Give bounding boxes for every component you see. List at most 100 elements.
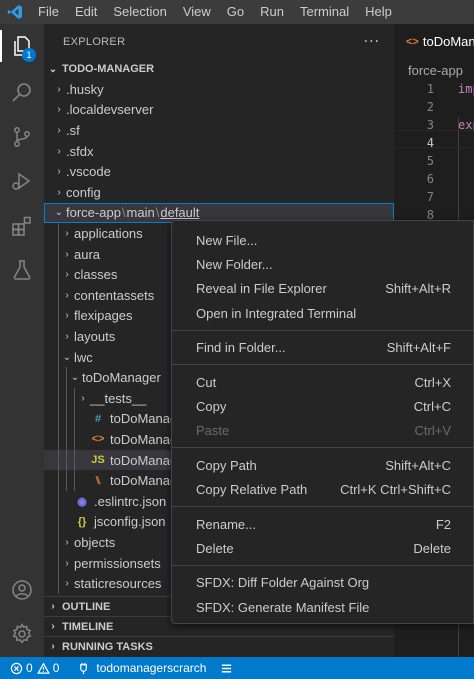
file-type-icon: JS	[91, 454, 105, 467]
menu-item-label: Delete	[196, 540, 234, 556]
menu-status[interactable]	[212, 662, 239, 675]
indent-guide	[66, 470, 67, 491]
menu-item-new-file[interactable]: New File...	[172, 228, 474, 252]
menu-item-sfdx-diff-folder-against-org[interactable]: SFDX: Diff Folder Against Org	[172, 571, 474, 595]
extensions-activity[interactable]	[0, 204, 44, 248]
problems-status[interactable]: 0 0	[0, 661, 65, 675]
indent-guide	[74, 388, 75, 409]
menu-terminal[interactable]: Terminal	[292, 0, 357, 24]
explorer-header: EXPLORER ···	[44, 24, 394, 59]
menu-item-copy[interactable]: Copy Ctrl+C	[172, 394, 474, 418]
org-status[interactable]: todomanagerscrarch	[65, 661, 212, 675]
tree-item-label: jsconfig.json	[94, 514, 166, 530]
tree-item-label: .eslintrc.json	[94, 493, 167, 509]
menu-item-shortcut: Ctrl+K Ctrl+Shift+C	[340, 482, 451, 498]
testing-activity[interactable]	[0, 248, 44, 292]
menu-view[interactable]: View	[175, 0, 219, 24]
menu-run[interactable]: Run	[252, 0, 292, 24]
tree-folder-sf[interactable]: › .sf	[44, 120, 394, 141]
line-number: 5	[426, 154, 434, 168]
section-running-tasks[interactable]: › RUNNING TASKS	[44, 636, 394, 656]
menu-edit[interactable]: Edit	[67, 0, 105, 24]
compact-folder-segment[interactable]: main	[127, 205, 155, 220]
list-icon	[222, 664, 232, 672]
account-activity[interactable]	[0, 568, 44, 612]
tree-item-label: .husky	[66, 81, 104, 97]
tree-folder-config[interactable]: › config	[44, 182, 394, 203]
menu-item-rename[interactable]: Rename... F2	[172, 512, 474, 536]
menu-go[interactable]: Go	[219, 0, 252, 24]
menu-item-label: Copy	[196, 398, 227, 414]
menu-separator	[172, 506, 474, 507]
section-outline-label: OUTLINE	[62, 600, 111, 613]
extensions-icon	[12, 216, 31, 236]
tree-item-label: staticresources	[74, 576, 162, 592]
menu-item-copy-relative-path[interactable]: Copy Relative Path Ctrl+K Ctrl+Shift+C	[172, 478, 474, 502]
menu-item-find-in-folder[interactable]: Find in Folder... Shift+Alt+F	[172, 336, 474, 360]
workspace-header[interactable]: ⌄ TODO-MANAGER	[44, 59, 394, 79]
indent-guide	[66, 449, 67, 471]
menu-separator	[172, 564, 474, 566]
search-activity[interactable]	[0, 71, 44, 115]
menu-selection[interactable]: Selection	[105, 0, 174, 24]
menu-help[interactable]: Help	[357, 0, 400, 24]
menu-item-cut[interactable]: Cut Ctrl+X	[172, 370, 474, 394]
menu-file[interactable]: File	[30, 0, 67, 24]
menu-separator	[172, 447, 474, 449]
menu-item-label: Open in Integrated Terminal	[196, 305, 357, 321]
menu-item-label: Rename...	[196, 516, 256, 532]
breadcrumb-item[interactable]: force-app	[408, 63, 463, 78]
chevron-right-icon: ›	[51, 621, 55, 632]
editor-breadcrumbs: force-app	[394, 59, 474, 81]
source-control-activity[interactable]	[0, 115, 44, 159]
tree-item-label: force-app\main\default	[66, 205, 199, 220]
tree-folder-sfdx[interactable]: › .sfdx	[44, 141, 394, 162]
menu-item-label: Cut	[196, 374, 217, 390]
tree-folder-husky[interactable]: › .husky	[44, 79, 394, 100]
menu-item-new-folder[interactable]: New Folder...	[172, 252, 474, 276]
tree-item-label: flexipages	[74, 308, 133, 324]
editor-tab-label: toDoMana	[422, 34, 474, 49]
menu-item-copy-path[interactable]: Copy Path Shift+Alt+C	[172, 453, 474, 477]
compact-folder-segment[interactable]: default	[160, 205, 199, 220]
menu-item-reveal-in-file-explorer[interactable]: Reveal in File Explorer Shift+Alt+R	[172, 277, 474, 301]
tree-item-label: .sfdx	[66, 143, 94, 159]
menu-item-shortcut: Shift+Alt+C	[385, 457, 451, 473]
more-actions-icon[interactable]: ···	[364, 34, 380, 50]
editor-tab[interactable]: <> toDoMana	[394, 24, 474, 59]
error-count: 0	[26, 661, 33, 675]
code-line: imp	[458, 82, 474, 96]
run-debug-activity[interactable]	[0, 159, 44, 203]
tree-folder-localdevserver[interactable]: › .localdevserver	[44, 100, 394, 121]
line-number: 7	[426, 190, 434, 204]
indent-guide	[58, 491, 59, 512]
indent-guide	[58, 408, 59, 430]
indent-guide	[58, 326, 59, 347]
compact-folder-segment[interactable]: force-app	[66, 205, 121, 220]
menu-item-open-in-integrated-terminal[interactable]: Open in Integrated Terminal	[172, 301, 474, 325]
chevron-right-icon: ›	[65, 310, 69, 322]
chevron-right-icon: ›	[65, 289, 69, 301]
editor-tabs: <> toDoMana	[394, 24, 474, 59]
indent-guide	[74, 470, 75, 491]
tree-folder-vscode[interactable]: › .vscode	[44, 161, 394, 182]
menu-item-delete[interactable]: Delete Delete	[172, 536, 474, 560]
indent-guide	[58, 305, 59, 327]
tree-item-label: lwc	[74, 349, 93, 365]
menu-item-label: New Folder...	[196, 256, 273, 272]
file-type-icon: ◉	[77, 495, 87, 508]
menu-item-label: New File...	[196, 232, 258, 248]
chevron-right-icon: ›	[57, 83, 61, 95]
explorer-activity[interactable]: 1	[0, 24, 44, 68]
tree-item-label: classes	[74, 267, 118, 283]
activity-bar: 1	[0, 24, 44, 657]
tree-item-label: applications	[74, 225, 143, 241]
chevron-right-icon: ›	[65, 330, 69, 342]
path-separator: \	[121, 205, 126, 221]
manage-activity[interactable]	[0, 612, 44, 656]
menu-separator	[172, 329, 474, 331]
workspace-title: TODO-MANAGER	[62, 63, 155, 75]
menu-item-sfdx-generate-manifest-file[interactable]: SFDX: Generate Manifest File	[172, 595, 474, 619]
menu-item-label: SFDX: Generate Manifest File	[196, 599, 370, 615]
indent-guide	[58, 532, 59, 553]
